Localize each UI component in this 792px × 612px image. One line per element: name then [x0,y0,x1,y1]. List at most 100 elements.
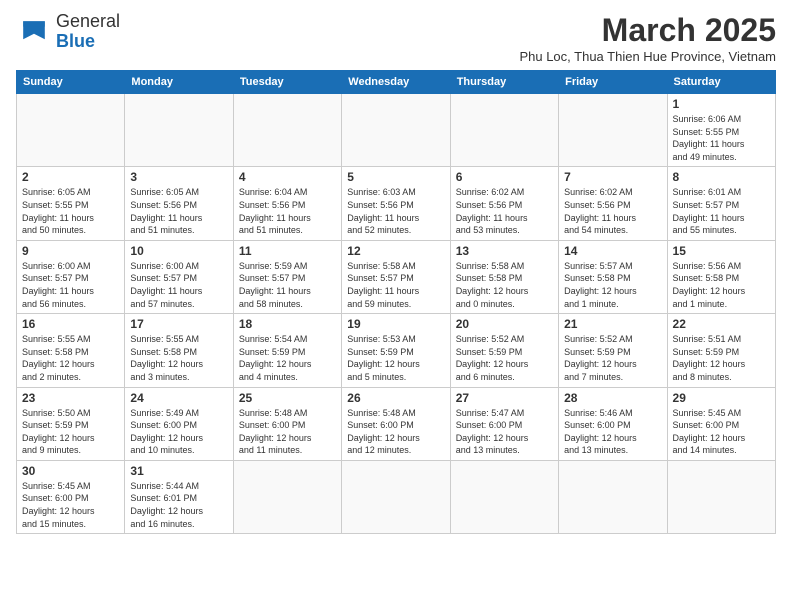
calendar-cell: 1 Sunrise: 6:06 AMSunset: 5:55 PMDaylight… [667,94,775,167]
day-info: Sunrise: 6:03 AMSunset: 5:56 PMDaylight:… [347,186,444,236]
day-info: Sunrise: 6:01 AMSunset: 5:57 PMDaylight:… [673,186,770,236]
day-info: Sunrise: 5:44 AMSunset: 6:01 PMDaylight:… [130,480,227,530]
day-number: 27 [456,391,553,405]
location-title: Phu Loc, Thua Thien Hue Province, Vietna… [519,49,776,64]
calendar-cell: 19 Sunrise: 5:53 AMSunset: 5:59 PMDayligh… [342,314,450,387]
day-info: Sunrise: 5:57 AMSunset: 5:58 PMDaylight:… [564,260,661,310]
day-info: Sunrise: 6:05 AMSunset: 5:56 PMDaylight:… [130,186,227,236]
day-info: Sunrise: 5:55 AMSunset: 5:58 PMDaylight:… [22,333,119,383]
calendar-cell [125,94,233,167]
day-number: 3 [130,170,227,184]
calendar-cell: 12Sunrise: 5:58 AMSunset: 5:57 PMDayligh… [342,240,450,313]
calendar-cell: 26Sunrise: 5:48 AMSunset: 6:00 PMDayligh… [342,387,450,460]
calendar-cell: 22Sunrise: 5:51 AMSunset: 5:59 PMDayligh… [667,314,775,387]
col-tuesday: Tuesday [233,71,341,94]
day-number: 1 [673,97,770,111]
header: GeneralBlue March 2025 Phu Loc, Thua Thi… [16,12,776,64]
day-info: Sunrise: 5:52 AMSunset: 5:59 PMDaylight:… [564,333,661,383]
day-info: Sunrise: 5:50 AMSunset: 5:59 PMDaylight:… [22,407,119,457]
calendar-cell: 2 Sunrise: 6:05 AMSunset: 5:55 PMDaylight… [17,167,125,240]
day-number: 21 [564,317,661,331]
day-number: 23 [22,391,119,405]
day-info: Sunrise: 5:45 AMSunset: 6:00 PMDaylight:… [673,407,770,457]
calendar-cell: 30Sunrise: 5:45 AMSunset: 6:00 PMDayligh… [17,460,125,533]
calendar-table: Sunday Monday Tuesday Wednesday Thursday… [16,70,776,534]
col-wednesday: Wednesday [342,71,450,94]
day-info: Sunrise: 5:49 AMSunset: 6:00 PMDaylight:… [130,407,227,457]
calendar-week-row: 2 Sunrise: 6:05 AMSunset: 5:55 PMDaylight… [17,167,776,240]
calendar-cell: 4 Sunrise: 6:04 AMSunset: 5:56 PMDaylight… [233,167,341,240]
calendar-cell: 8 Sunrise: 6:01 AMSunset: 5:57 PMDaylight… [667,167,775,240]
day-number: 28 [564,391,661,405]
calendar-cell: 24 Sunrise: 5:49 AMSunset: 6:00 PMDayligh… [125,387,233,460]
day-number: 24 [130,391,227,405]
day-info: Sunrise: 5:56 AMSunset: 5:58 PMDaylight:… [673,260,770,310]
day-info: Sunrise: 5:53 AMSunset: 5:59 PMDaylight:… [347,333,444,383]
day-info: Sunrise: 5:59 AMSunset: 5:57 PMDaylight:… [239,260,336,310]
calendar-week-row: 30Sunrise: 5:45 AMSunset: 6:00 PMDayligh… [17,460,776,533]
day-info: Sunrise: 6:00 AMSunset: 5:57 PMDaylight:… [22,260,119,310]
title-block: March 2025 Phu Loc, Thua Thien Hue Provi… [519,12,776,64]
day-number: 8 [673,170,770,184]
calendar-week-row: 1 Sunrise: 6:06 AMSunset: 5:55 PMDaylight… [17,94,776,167]
col-friday: Friday [559,71,667,94]
calendar-header-row: Sunday Monday Tuesday Wednesday Thursday… [17,71,776,94]
day-number: 26 [347,391,444,405]
calendar-cell: 27 Sunrise: 5:47 AMSunset: 6:00 PMDayligh… [450,387,558,460]
col-saturday: Saturday [667,71,775,94]
calendar-cell [342,460,450,533]
day-info: Sunrise: 5:47 AMSunset: 6:00 PMDaylight:… [456,407,553,457]
day-number: 25 [239,391,336,405]
day-number: 2 [22,170,119,184]
day-info: Sunrise: 6:05 AMSunset: 5:55 PMDaylight:… [22,186,119,236]
day-info: Sunrise: 5:54 AMSunset: 5:59 PMDaylight:… [239,333,336,383]
day-info: Sunrise: 5:48 AMSunset: 6:00 PMDaylight:… [239,407,336,457]
calendar-cell: 31 Sunrise: 5:44 AMSunset: 6:01 PMDayligh… [125,460,233,533]
calendar-cell: 28Sunrise: 5:46 AMSunset: 6:00 PMDayligh… [559,387,667,460]
day-number: 19 [347,317,444,331]
col-thursday: Thursday [450,71,558,94]
calendar-cell [559,460,667,533]
col-sunday: Sunday [17,71,125,94]
day-number: 31 [130,464,227,478]
calendar-cell: 21 Sunrise: 5:52 AMSunset: 5:59 PMDayligh… [559,314,667,387]
calendar-cell: 6Sunrise: 6:02 AMSunset: 5:56 PMDaylight… [450,167,558,240]
day-number: 14 [564,244,661,258]
day-number: 12 [347,244,444,258]
day-number: 17 [130,317,227,331]
calendar-cell: 29 Sunrise: 5:45 AMSunset: 6:00 PMDayligh… [667,387,775,460]
month-title: March 2025 [519,12,776,49]
calendar-cell: 18Sunrise: 5:54 AMSunset: 5:59 PMDayligh… [233,314,341,387]
calendar-cell: 9Sunrise: 6:00 AMSunset: 5:57 PMDaylight… [17,240,125,313]
calendar-cell: 3 Sunrise: 6:05 AMSunset: 5:56 PMDaylight… [125,167,233,240]
calendar-cell [450,460,558,533]
day-number: 30 [22,464,119,478]
day-number: 13 [456,244,553,258]
day-info: Sunrise: 5:52 AMSunset: 5:59 PMDaylight:… [456,333,553,383]
day-number: 11 [239,244,336,258]
day-number: 10 [130,244,227,258]
day-info: Sunrise: 6:00 AMSunset: 5:57 PMDaylight:… [130,260,227,310]
generalblue-logo-icon [16,14,52,50]
calendar-cell: 5Sunrise: 6:03 AMSunset: 5:56 PMDaylight… [342,167,450,240]
calendar-cell: 17Sunrise: 5:55 AMSunset: 5:58 PMDayligh… [125,314,233,387]
logo: GeneralBlue [16,12,120,52]
day-number: 4 [239,170,336,184]
calendar-week-row: 23 Sunrise: 5:50 AMSunset: 5:59 PMDayligh… [17,387,776,460]
day-info: Sunrise: 6:04 AMSunset: 5:56 PMDaylight:… [239,186,336,236]
day-info: Sunrise: 6:02 AMSunset: 5:56 PMDaylight:… [564,186,661,236]
day-info: Sunrise: 6:02 AMSunset: 5:56 PMDaylight:… [456,186,553,236]
calendar-week-row: 9Sunrise: 6:00 AMSunset: 5:57 PMDaylight… [17,240,776,313]
calendar-cell [233,94,341,167]
day-number: 29 [673,391,770,405]
calendar-cell: 20Sunrise: 5:52 AMSunset: 5:59 PMDayligh… [450,314,558,387]
calendar-cell: 7 Sunrise: 6:02 AMSunset: 5:56 PMDaylight… [559,167,667,240]
day-info: Sunrise: 6:06 AMSunset: 5:55 PMDaylight:… [673,113,770,163]
calendar-cell [559,94,667,167]
calendar-cell: 25 Sunrise: 5:48 AMSunset: 6:00 PMDayligh… [233,387,341,460]
page: GeneralBlue March 2025 Phu Loc, Thua Thi… [0,0,792,546]
day-number: 7 [564,170,661,184]
calendar-cell [450,94,558,167]
calendar-cell [233,460,341,533]
logo-text: GeneralBlue [56,12,120,52]
